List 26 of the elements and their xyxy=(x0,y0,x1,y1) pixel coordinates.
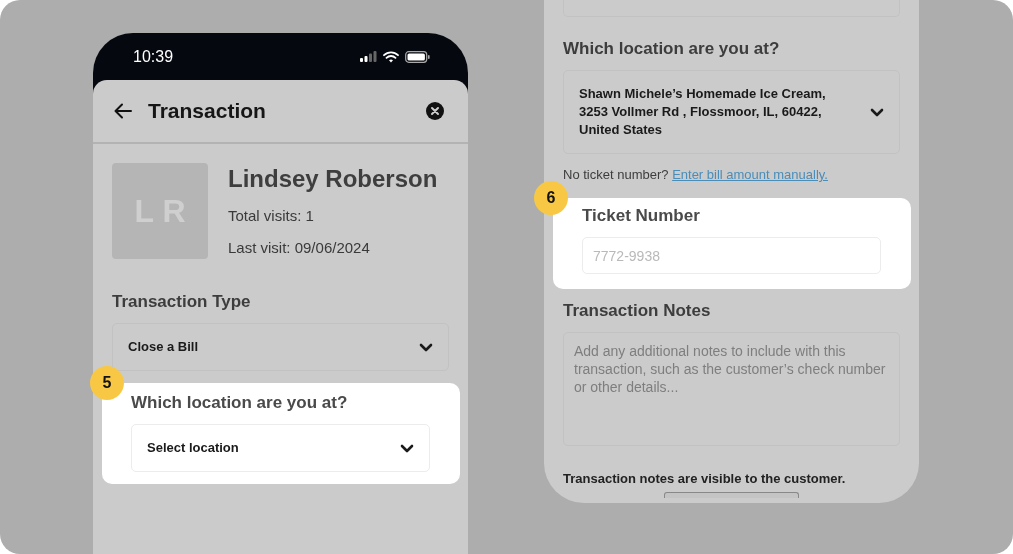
wifi-icon xyxy=(383,50,399,63)
select-field[interactable]: Select location xyxy=(131,424,430,472)
hint-text: No ticket number? xyxy=(563,167,669,182)
status-time: 10:39 xyxy=(133,47,174,66)
field-label: Transaction Type xyxy=(112,292,252,312)
notes-field[interactable]: Add any additional notes to include with this transaction, such as the customer’s check number or other details... xyxy=(563,332,900,446)
chevron-down-icon xyxy=(419,342,433,352)
field-label: Which location are you at? xyxy=(131,393,349,413)
step-badge: 5 xyxy=(90,366,124,400)
field-label: Ticket Number xyxy=(582,206,701,226)
last-visit: Last visit: 09/06/2024 xyxy=(228,239,371,256)
close-icon[interactable] xyxy=(426,102,444,120)
chevron-down-icon xyxy=(870,107,884,117)
back-arrow-icon[interactable] xyxy=(114,103,132,119)
select-field[interactable]: Close a Bill xyxy=(112,323,449,371)
customer-name: Lindsey Roberson xyxy=(228,165,438,193)
select-field[interactable]: Shawn Michele’s Homemade Ice Cream, 3253 Vollmer Rd , Flossmoor, IL, 60422, United States xyxy=(563,70,900,154)
total-visits: Total visits: 1 xyxy=(228,207,315,224)
battery-icon xyxy=(405,50,430,63)
screen-title: Transaction xyxy=(148,99,267,123)
note-text: Transaction notes are visible to the customer. xyxy=(563,471,847,486)
field-label: Which location are you at? xyxy=(563,39,781,59)
chevron-down-icon xyxy=(400,443,414,453)
field-label: Transaction Notes xyxy=(563,301,712,321)
signal-icon xyxy=(360,51,377,62)
step-badge: 6 xyxy=(534,181,568,215)
